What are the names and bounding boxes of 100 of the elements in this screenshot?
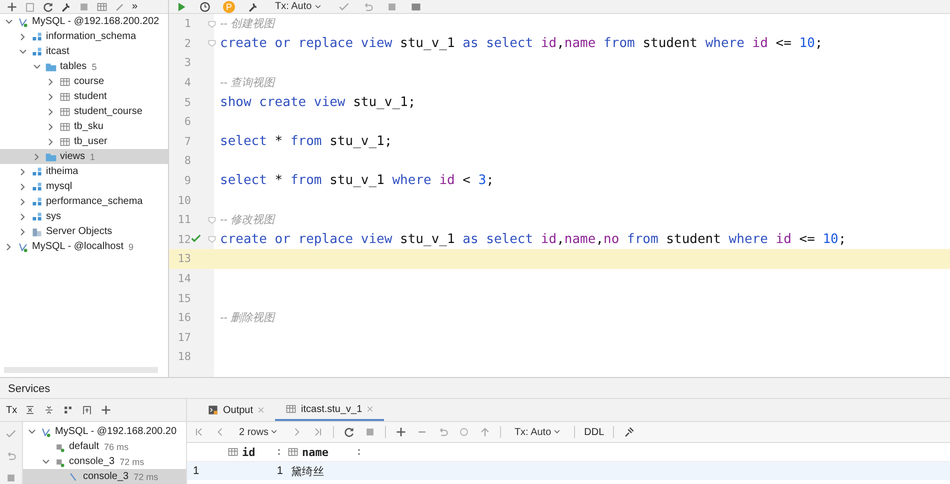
plus-icon[interactable] <box>6 0 18 12</box>
column-header[interactable]: id <box>227 446 287 458</box>
group-icon[interactable] <box>62 404 74 416</box>
tree-item[interactable]: itheima <box>0 164 168 179</box>
tree-item[interactable]: course <box>0 74 168 89</box>
connection-icon <box>17 16 29 28</box>
tree-label: mysql <box>46 181 72 192</box>
tree-item[interactable]: performance_schema <box>0 194 168 209</box>
code-line: select * from stu_v_1; <box>220 134 392 149</box>
expand-all-icon[interactable] <box>43 404 56 416</box>
close-icon[interactable] <box>366 405 374 413</box>
dropdown-button[interactable]: Tx: Auto <box>271 1 326 12</box>
tree-item[interactable]: views 1 <box>0 149 168 164</box>
code-line: create or replace view stu_v_1 as select id,name,no from student where id <= 10; <box>220 232 846 247</box>
tree-label: default <box>69 441 100 452</box>
tree-item[interactable]: student_course <box>0 104 168 119</box>
line-number: 5 <box>183 96 191 109</box>
plus-icon[interactable] <box>100 404 112 416</box>
item-count: 1 <box>90 152 96 162</box>
collapse-all-icon[interactable] <box>24 404 36 416</box>
tree-label: sys <box>46 211 61 222</box>
tree-label: information_schema <box>46 31 136 42</box>
expanded-chevron-icon[interactable] <box>4 16 14 26</box>
tree-item[interactable]: default 76 ms <box>23 439 186 454</box>
checkmark-icon[interactable] <box>338 0 350 12</box>
stop-icon[interactable] <box>5 472 17 484</box>
checkmark-icon[interactable] <box>5 428 17 440</box>
clock-icon[interactable] <box>199 0 211 12</box>
fold-marker-icon[interactable] <box>208 39 216 48</box>
tree-item[interactable]: tb_sku <box>0 119 168 134</box>
grid-icon[interactable] <box>410 0 422 12</box>
line-number: 3 <box>183 56 191 70</box>
code-line: create or replace view stu_v_1 as select id,name from student where id <= 10; <box>220 36 823 51</box>
table-cell-text: 黛绮丝 <box>290 464 325 478</box>
column-menu-icon[interactable] <box>357 447 361 457</box>
expanded-chevron-icon[interactable] <box>41 456 51 466</box>
close-icon[interactable] <box>257 406 266 414</box>
fold-marker-icon[interactable] <box>208 216 216 224</box>
dropdown-button[interactable]: Tx: Auto <box>510 426 566 438</box>
undo-icon[interactable] <box>437 426 450 438</box>
fold-marker-icon[interactable] <box>208 20 216 28</box>
scrollbar[interactable] <box>4 367 158 373</box>
tree-label: Server Objects <box>46 226 112 237</box>
tree-item[interactable]: tb_user <box>0 134 168 149</box>
stop-icon[interactable] <box>364 426 376 438</box>
tree-label: console_3 <box>69 456 115 467</box>
upload-icon[interactable] <box>479 426 492 438</box>
tree-item[interactable]: itcast <box>0 44 168 59</box>
line-number: 4 <box>183 76 191 90</box>
tree-item[interactable]: mysql <box>0 179 168 194</box>
tree-item[interactable]: MySQL - @192.168.200.20 <box>23 424 186 439</box>
table-icon <box>59 136 71 148</box>
line-number: 1 <box>183 17 191 30</box>
caret-icon <box>553 428 562 436</box>
tab[interactable]: Output <box>197 399 276 421</box>
toolbar-label[interactable]: Tx <box>6 404 18 416</box>
tree-label: tb_sku <box>74 121 104 132</box>
tree-item[interactable]: MySQL - @localhost 9 <box>0 239 168 254</box>
folder-icon <box>45 60 57 72</box>
line-number: 2 <box>183 36 191 50</box>
undo-icon[interactable] <box>5 450 17 462</box>
refresh-icon[interactable] <box>42 0 54 12</box>
stop-icon[interactable] <box>78 0 90 12</box>
table-icon <box>285 403 298 415</box>
table-icon <box>59 90 71 102</box>
refresh-icon[interactable] <box>343 426 356 438</box>
dropdown-button[interactable]: 2 rows <box>235 426 282 438</box>
wrench-icon[interactable] <box>60 0 72 12</box>
tree-item[interactable]: Server Objects <box>0 224 168 239</box>
tree-item[interactable]: console_3 72 ms <box>23 454 186 469</box>
duration: 72 ms <box>120 456 144 466</box>
tree-item[interactable]: MySQL - @192.168.200.202 <box>0 14 168 29</box>
plus-icon[interactable] <box>395 426 408 438</box>
expanded-chevron-icon[interactable] <box>27 426 37 436</box>
tree-item[interactable]: sys <box>0 209 168 224</box>
schema-icon <box>31 180 43 192</box>
fold-marker-icon[interactable] <box>208 235 216 244</box>
stop-icon[interactable] <box>386 0 398 12</box>
schema-icon <box>31 30 43 42</box>
wrench-icon[interactable] <box>247 0 259 12</box>
table-icon[interactable] <box>96 0 108 12</box>
pin-icon[interactable] <box>623 426 636 438</box>
line-number: 11 <box>176 213 191 226</box>
line-number: 9 <box>183 174 191 188</box>
tree-item[interactable]: student <box>0 89 168 104</box>
tree-label: views <box>60 151 86 162</box>
line-number: 7 <box>183 134 191 148</box>
tree-item[interactable]: console_3 72 ms <box>23 469 186 484</box>
code-line: -- 删除视图 <box>220 311 274 326</box>
code-line: show create view stu_v_1; <box>220 94 416 110</box>
caret-icon <box>314 2 322 10</box>
console-output-icon <box>207 404 219 416</box>
column-menu-icon[interactable] <box>277 447 281 457</box>
column-header[interactable]: name <box>287 446 367 458</box>
frame-icon[interactable] <box>81 404 94 416</box>
tree-item[interactable]: tables 5 <box>0 59 168 74</box>
toolbar-label[interactable]: » <box>132 1 138 12</box>
first-page-icon[interactable] <box>193 426 205 438</box>
toolbar-label[interactable]: DDL <box>584 426 604 438</box>
tree-item[interactable]: information_schema <box>0 29 168 44</box>
